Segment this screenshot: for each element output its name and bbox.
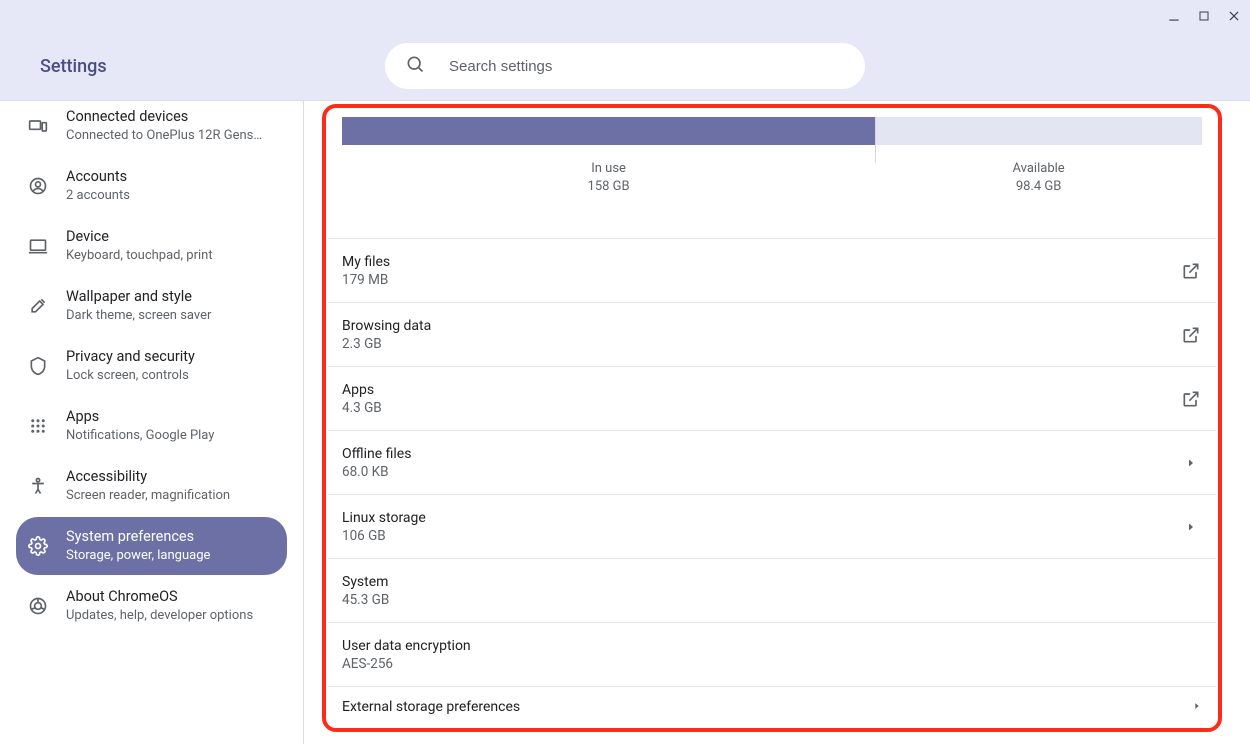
sidebar-item-label: Wallpaper and style xyxy=(66,287,275,307)
open-external-icon xyxy=(1180,324,1202,346)
storage-row-offline[interactable]: Offline files 68.0 KB xyxy=(328,431,1216,495)
sidebar-item-apps[interactable]: Apps Notifications, Google Play xyxy=(16,397,287,455)
open-external-icon xyxy=(1180,260,1202,282)
sidebar-item-sublabel: Dark theme, screen saver xyxy=(66,307,275,325)
storage-bar-separator xyxy=(875,117,876,163)
external-storage-label: External storage preferences xyxy=(342,699,520,715)
storage-row-label: Linux storage xyxy=(342,510,1180,526)
chevron-right-icon xyxy=(1180,452,1202,474)
brush-icon xyxy=(28,296,48,316)
sidebar-item-label: System preferences xyxy=(66,527,275,547)
sidebar-item-accessibility[interactable]: Accessibility Screen reader, magnificati… xyxy=(16,457,287,515)
sidebar-item-sublabel: Notifications, Google Play xyxy=(66,427,275,445)
gear-icon xyxy=(28,536,48,556)
storage-panel: In use 158 GB Available 98.4 GB My files… xyxy=(328,111,1216,687)
storage-row-value: 179 MB xyxy=(342,272,1180,288)
storage-row-value: 68.0 KB xyxy=(342,464,1180,480)
sidebar-item-about[interactable]: About ChromeOS Updates, help, developer … xyxy=(16,577,287,635)
minimize-icon[interactable] xyxy=(1166,8,1182,24)
sidebar-item-label: Device xyxy=(66,227,275,247)
devices-icon xyxy=(28,116,48,136)
sidebar-item-sublabel: Updates, help, developer options xyxy=(66,607,275,625)
app-header: Settings xyxy=(0,32,1250,100)
storage-row-label: My files xyxy=(342,254,1180,270)
open-external-icon xyxy=(1180,388,1202,410)
storage-bar-track xyxy=(342,117,1202,145)
storage-row-system: System 45.3 GB xyxy=(328,559,1216,623)
sidebar-item-device[interactable]: Device Keyboard, touchpad, print xyxy=(16,217,287,275)
sidebar-item-sublabel: Connected to OnePlus 12R Gens… xyxy=(66,127,275,145)
search-icon xyxy=(405,54,425,78)
sidebar-item-system-preferences[interactable]: System preferences Storage, power, langu… xyxy=(16,517,287,575)
sidebar-item-label: About ChromeOS xyxy=(66,587,275,607)
storage-row-label: Browsing data xyxy=(342,318,1180,334)
sidebar-item-label: Accounts xyxy=(66,167,275,187)
app-title: Settings xyxy=(40,56,107,77)
search-input[interactable] xyxy=(449,58,865,75)
sidebar: Connected devices Connected to OnePlus 1… xyxy=(0,101,304,744)
sidebar-item-label: Accessibility xyxy=(66,467,275,487)
storage-row-label: System xyxy=(342,574,1202,590)
content-area: In use 158 GB Available 98.4 GB My files… xyxy=(304,101,1250,744)
chevron-right-icon xyxy=(1180,516,1202,538)
storage-in-use-value: 158 GB xyxy=(342,179,875,194)
sidebar-item-wallpaper[interactable]: Wallpaper and style Dark theme, screen s… xyxy=(16,277,287,335)
storage-bar: In use 158 GB Available 98.4 GB xyxy=(328,111,1216,194)
sidebar-item-privacy[interactable]: Privacy and security Lock screen, contro… xyxy=(16,337,287,395)
sidebar-item-sublabel: Storage, power, language xyxy=(66,547,275,565)
storage-row-value: 45.3 GB xyxy=(342,592,1202,608)
chrome-icon xyxy=(28,596,48,616)
apps-grid-icon xyxy=(28,416,48,436)
storage-available-value: 98.4 GB xyxy=(875,179,1202,194)
laptop-icon xyxy=(28,236,48,256)
sidebar-item-label: Privacy and security xyxy=(66,347,275,367)
shield-icon xyxy=(28,356,48,376)
sidebar-item-label: Connected devices xyxy=(66,107,275,127)
storage-available-label: Available xyxy=(875,161,1202,176)
search-box[interactable] xyxy=(385,43,865,89)
storage-row-linux[interactable]: Linux storage 106 GB xyxy=(328,495,1216,559)
account-icon xyxy=(28,176,48,196)
sidebar-item-sublabel: Lock screen, controls xyxy=(66,367,275,385)
chevron-right-icon xyxy=(1192,699,1202,715)
storage-row-label: Offline files xyxy=(342,446,1180,462)
accessibility-icon xyxy=(28,476,48,496)
sidebar-item-sublabel: 2 accounts xyxy=(66,187,275,205)
storage-rows: My files 179 MB Browsing data 2.3 GB Apps 4.3… xyxy=(328,238,1216,687)
storage-bar-fill xyxy=(342,117,875,145)
close-icon[interactable] xyxy=(1226,8,1242,24)
storage-row-apps[interactable]: Apps 4.3 GB xyxy=(328,367,1216,431)
storage-row-value: 2.3 GB xyxy=(342,336,1180,352)
sidebar-item-label: Apps xyxy=(66,407,275,427)
storage-in-use-label: In use xyxy=(342,161,875,176)
sidebar-item-sublabel: Screen reader, magnification xyxy=(66,487,275,505)
window-titlebar xyxy=(0,0,1250,32)
storage-row-value: 106 GB xyxy=(342,528,1180,544)
storage-row-browsing[interactable]: Browsing data 2.3 GB xyxy=(328,303,1216,367)
storage-row-value: AES-256 xyxy=(342,656,1202,672)
storage-row-value: 4.3 GB xyxy=(342,400,1180,416)
storage-row-label: User data encryption xyxy=(342,638,1202,654)
storage-row-label: Apps xyxy=(342,382,1180,398)
storage-row-encryption: User data encryption AES-256 xyxy=(328,623,1216,687)
sidebar-item-sublabel: Keyboard, touchpad, print xyxy=(66,247,275,265)
sidebar-item-connected-devices[interactable]: Connected devices Connected to OnePlus 1… xyxy=(16,103,287,155)
external-storage-preferences-row[interactable]: External storage preferences xyxy=(328,687,1216,727)
maximize-icon[interactable] xyxy=(1196,8,1212,24)
sidebar-item-accounts[interactable]: Accounts 2 accounts xyxy=(16,157,287,215)
storage-row-my-files[interactable]: My files 179 MB xyxy=(328,239,1216,303)
